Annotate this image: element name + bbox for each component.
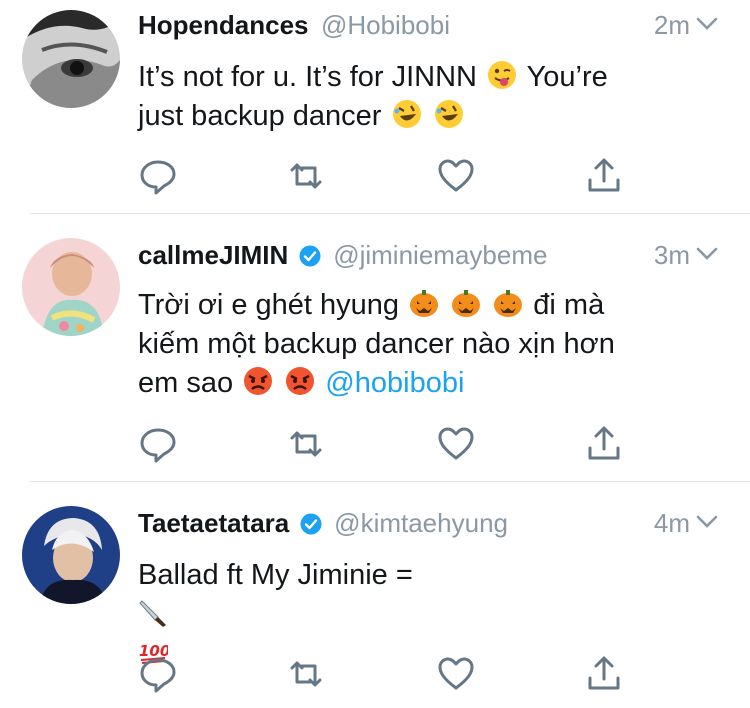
tweet-actions <box>138 654 638 694</box>
retweet-icon[interactable] <box>286 654 326 694</box>
timestamp: 4m <box>653 508 690 538</box>
timestamp: 2m <box>653 10 690 40</box>
share-icon[interactable] <box>584 156 624 196</box>
avatar[interactable] <box>22 238 120 336</box>
like-icon[interactable] <box>436 424 476 464</box>
mention-link[interactable]: @hobibobi <box>325 367 464 399</box>
tweet-text-line: just backup dancer <box>138 100 382 132</box>
tweet-text-line: Trời ơi e ghét hyung <box>138 289 400 321</box>
reply-icon[interactable] <box>138 654 178 694</box>
like-icon[interactable] <box>436 654 476 694</box>
username[interactable]: @kimtaehyung <box>334 508 508 538</box>
tweet-text-line: You’re <box>526 61 608 93</box>
display-name[interactable]: callmeJIMIN <box>138 240 288 270</box>
tweet-text-line: kiếm một backup dancer nào xịn hơn <box>138 328 615 360</box>
chevron-down-icon[interactable] <box>696 16 718 32</box>
angry-face-icon <box>244 367 273 395</box>
winking-tongue-face-icon <box>488 61 517 89</box>
jack-o-lantern-icon <box>452 290 481 317</box>
tweet-text: Trời ơi e ghét hyung đi mà kiếm một back… <box>138 286 710 403</box>
tweet-text-line: It’s not for u. It’s for JINNN <box>138 61 477 93</box>
reply-icon[interactable] <box>138 156 178 196</box>
retweet-icon[interactable] <box>286 156 326 196</box>
knife-icon <box>139 600 166 627</box>
retweet-icon[interactable] <box>286 424 326 464</box>
chevron-down-icon[interactable] <box>696 246 718 262</box>
tweet[interactable]: Hopendances @Hobibobi 2m It’s not for u.… <box>0 0 750 214</box>
tweet-text: It’s not for u. It’s for JINNN You’re ju… <box>138 58 710 136</box>
avatar[interactable] <box>22 506 120 604</box>
tweet-text-line: em sao <box>138 367 234 399</box>
display-name[interactable]: Taetaetatara <box>138 508 289 538</box>
username[interactable]: @jiminiemaybeme <box>333 240 547 270</box>
verified-badge-icon <box>300 513 322 534</box>
angry-face-icon <box>286 367 315 395</box>
timestamp: 3m <box>653 240 690 270</box>
jack-o-lantern-icon <box>410 290 439 317</box>
tweet-actions <box>138 156 638 196</box>
reply-icon[interactable] <box>138 424 178 464</box>
verified-badge-icon <box>299 245 321 266</box>
display-name[interactable]: Hopendances <box>138 10 309 40</box>
jack-o-lantern-icon <box>494 290 523 317</box>
avatar[interactable] <box>22 10 120 108</box>
like-icon[interactable] <box>436 156 476 196</box>
share-icon[interactable] <box>584 654 624 694</box>
tweet[interactable]: callmeJIMIN @jiminiemaybeme 3m Trời ơi e… <box>0 214 750 482</box>
tweet[interactable]: Taetaetatara @kimtaehyung 4m Ballad ft M… <box>0 482 750 708</box>
username[interactable]: @Hobibobi <box>321 10 450 40</box>
chevron-down-icon[interactable] <box>696 514 718 530</box>
rolling-laughing-face-icon <box>392 100 421 128</box>
tweet-text-line: Ballad ft My Jiminie = <box>138 559 413 591</box>
timeline: Hopendances @Hobibobi 2m It’s not for u.… <box>0 0 750 708</box>
share-icon[interactable] <box>584 424 624 464</box>
tweet-text-line: đi mà <box>533 289 605 321</box>
rolling-laughing-face-icon <box>434 100 463 128</box>
tweet-actions <box>138 424 638 464</box>
